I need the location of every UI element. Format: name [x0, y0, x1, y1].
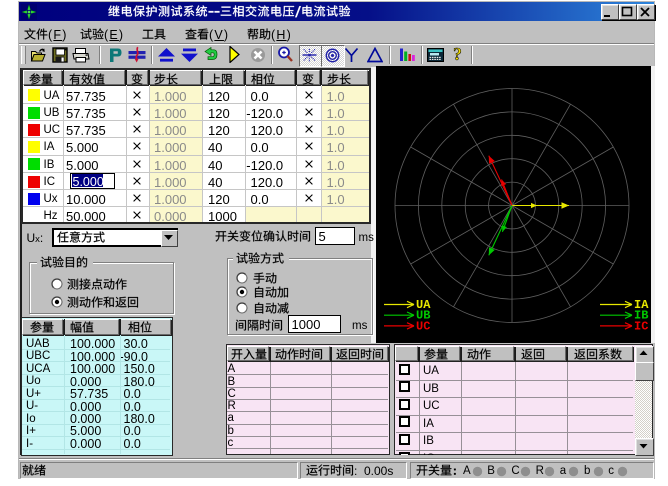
svg-text:?: ?: [453, 46, 462, 63]
svg-text:UC: UC: [416, 319, 430, 333]
svg-text:IC: IC: [634, 319, 648, 333]
